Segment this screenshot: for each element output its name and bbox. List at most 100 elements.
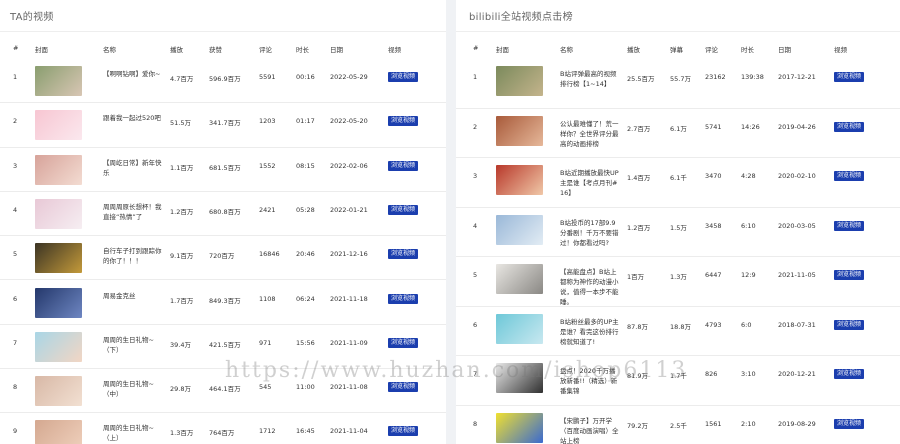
browse-video-button[interactable]: 浏览视频 xyxy=(388,337,419,348)
danmu-count: 2.5千 xyxy=(670,421,687,430)
right-divider xyxy=(456,31,900,32)
video-cover-thumbnail[interactable] xyxy=(35,243,82,274)
browse-video-button[interactable]: 浏览视频 xyxy=(834,171,865,181)
video-cover-thumbnail[interactable] xyxy=(496,66,543,96)
play-count: 87.8万 xyxy=(627,322,648,331)
duration: 08:15 xyxy=(296,161,315,170)
col-name: 名称 xyxy=(103,46,116,54)
video-cover-thumbnail[interactable] xyxy=(35,154,82,185)
comment-count: 5591 xyxy=(259,73,276,81)
right-panel: bilibili全站视频点击榜 # 封面 名称 播放 弹幕 评论 时长 日期 视… xyxy=(456,0,900,444)
video-cover-thumbnail[interactable] xyxy=(35,66,82,96)
row-index: 2 xyxy=(13,117,18,126)
danmu-count: 18.8万 xyxy=(670,322,691,331)
browse-video-button[interactable]: 浏览视频 xyxy=(388,116,419,127)
like-count: 421.5百万 xyxy=(209,340,241,349)
left-panel-title: TA的视频 xyxy=(10,12,54,23)
browse-video-button[interactable]: 浏览视频 xyxy=(388,426,419,437)
table-row: 6 B站粉丝最多的UP主是谁？看完这份排行榜就知道了! 87.8万 18.8万 4793… xyxy=(456,307,900,356)
video-title: B站近期播放最快UP主是谁【考点月刊#16】 xyxy=(560,169,619,197)
like-count: 341.7百万 xyxy=(209,119,241,128)
video-title: 【啊啊钻啊】爱你~ xyxy=(103,70,161,78)
right-panel-title: bilibili全站视频点击榜 xyxy=(469,12,573,23)
col-duration: 时长 xyxy=(741,46,754,54)
play-count: 1.2百万 xyxy=(627,223,651,232)
comment-count: 1552 xyxy=(259,161,276,170)
video-cover-thumbnail[interactable] xyxy=(496,363,543,393)
table-row: 5 自行车子打到跟踪你的你了！！！ 9.1百万 720百万 16846 20:46 2021… xyxy=(0,236,446,281)
comment-count: 1712 xyxy=(259,427,276,436)
video-cover-thumbnail[interactable] xyxy=(496,313,543,344)
browse-video-button[interactable]: 浏览视频 xyxy=(388,72,419,82)
video-cover-thumbnail[interactable] xyxy=(35,331,82,362)
col-cover: 封面 xyxy=(496,46,509,54)
browse-video-button[interactable]: 浏览视频 xyxy=(834,418,865,429)
browse-video-button[interactable]: 浏览视频 xyxy=(388,293,419,304)
video-cover-thumbnail[interactable] xyxy=(496,165,543,195)
video-cover-thumbnail[interactable] xyxy=(496,214,543,245)
table-row: 5 【高能盘点】B站上都称为神作的动漫小说，值得一本步不能睡。 1百万 1.3万 644… xyxy=(456,257,900,307)
comment-count: 5741 xyxy=(705,122,722,131)
danmu-count: 1.7千 xyxy=(670,372,687,380)
video-cover-thumbnail[interactable] xyxy=(35,287,82,318)
comment-count: 6447 xyxy=(705,271,722,279)
browse-video-button[interactable]: 浏览视频 xyxy=(388,382,419,393)
col-video: 视频 xyxy=(388,46,401,54)
video-cover-thumbnail[interactable] xyxy=(35,198,82,229)
browse-video-button[interactable]: 浏览视频 xyxy=(834,369,865,379)
date: 2021-12-16 xyxy=(330,250,368,259)
browse-video-button[interactable]: 浏览视频 xyxy=(834,319,865,330)
comment-count: 826 xyxy=(705,370,718,378)
comment-count: 545 xyxy=(259,383,272,392)
date: 2021-11-18 xyxy=(330,294,368,303)
duration: 4:28 xyxy=(741,172,756,180)
browse-video-button[interactable]: 浏览视频 xyxy=(834,220,865,231)
table-row: 1 B站评弹最高的视频排行榜【1~14】 25.5百万 55.7万 23162 139:3… xyxy=(456,59,900,109)
like-count: 680.8百万 xyxy=(209,207,241,216)
col-like: 获赞 xyxy=(209,46,222,54)
duration: 20:46 xyxy=(296,250,315,259)
comment-count: 3470 xyxy=(705,172,722,180)
duration: 11:00 xyxy=(296,383,315,392)
date: 2017-12-21 xyxy=(778,73,816,81)
video-cover-thumbnail[interactable] xyxy=(496,115,543,146)
play-count: 29.8万 xyxy=(170,385,191,394)
col-date: 日期 xyxy=(778,46,791,54)
video-cover-thumbnail[interactable] xyxy=(35,376,82,407)
duration: 139:38 xyxy=(741,73,764,81)
comment-count: 4793 xyxy=(705,320,722,329)
table-row: 2 公认最难懂了！荒一样你？全世界评分最高的动画排榜 2.7百万 6.1万 5741 14… xyxy=(456,109,900,158)
browse-video-button[interactable]: 浏览视频 xyxy=(388,160,419,171)
date: 2018-07-31 xyxy=(778,320,816,329)
date: 2022-05-20 xyxy=(330,117,368,126)
browse-video-button[interactable]: 浏览视频 xyxy=(834,121,865,132)
col-play: 播放 xyxy=(170,46,183,54)
video-title: B站粉丝最多的UP主是谁？看完这份排行榜就知道了! xyxy=(560,317,619,346)
play-count: 51.5万 xyxy=(170,119,191,128)
video-cover-thumbnail[interactable] xyxy=(35,110,82,141)
video-cover-thumbnail[interactable] xyxy=(496,264,543,294)
browse-video-button[interactable]: 浏览视频 xyxy=(834,72,865,82)
col-comment: 评论 xyxy=(259,46,272,54)
right-table-header: # 封面 名称 播放 弹幕 评论 时长 日期 视频 xyxy=(456,44,900,58)
date: 2019-08-29 xyxy=(778,419,816,428)
row-index: 7 xyxy=(473,370,478,378)
table-row: 8 【宋鹏子】万开学（百度动画演唱）全站上榜 79.2万 2.5千 1561 2:10 20… xyxy=(456,406,900,444)
browse-video-button[interactable]: 浏览视频 xyxy=(388,249,419,260)
browse-video-button[interactable]: 浏览视频 xyxy=(388,204,419,215)
play-count: 1.7百万 xyxy=(170,296,194,305)
video-title: 跟着我一起过520吧 xyxy=(103,114,161,123)
duration: 6:0 xyxy=(741,320,752,329)
video-cover-thumbnail[interactable] xyxy=(35,420,82,444)
table-row: 8 周周的生日礼物~（中） 29.8万 464.1百万 545 11:00 2021-11-… xyxy=(0,369,446,414)
browse-video-button[interactable]: 浏览视频 xyxy=(834,270,865,280)
play-count: 79.2万 xyxy=(627,421,648,430)
row-index: 6 xyxy=(473,320,478,329)
row-index: 6 xyxy=(13,294,18,303)
play-count: 9.1百万 xyxy=(170,252,194,261)
video-title: 周周周原长想杯！我直接“热情”了 xyxy=(103,202,162,221)
row-index: 5 xyxy=(473,271,478,279)
video-cover-thumbnail[interactable] xyxy=(496,412,543,443)
play-count: 39.4万 xyxy=(170,340,191,349)
duration: 15:56 xyxy=(296,338,315,347)
